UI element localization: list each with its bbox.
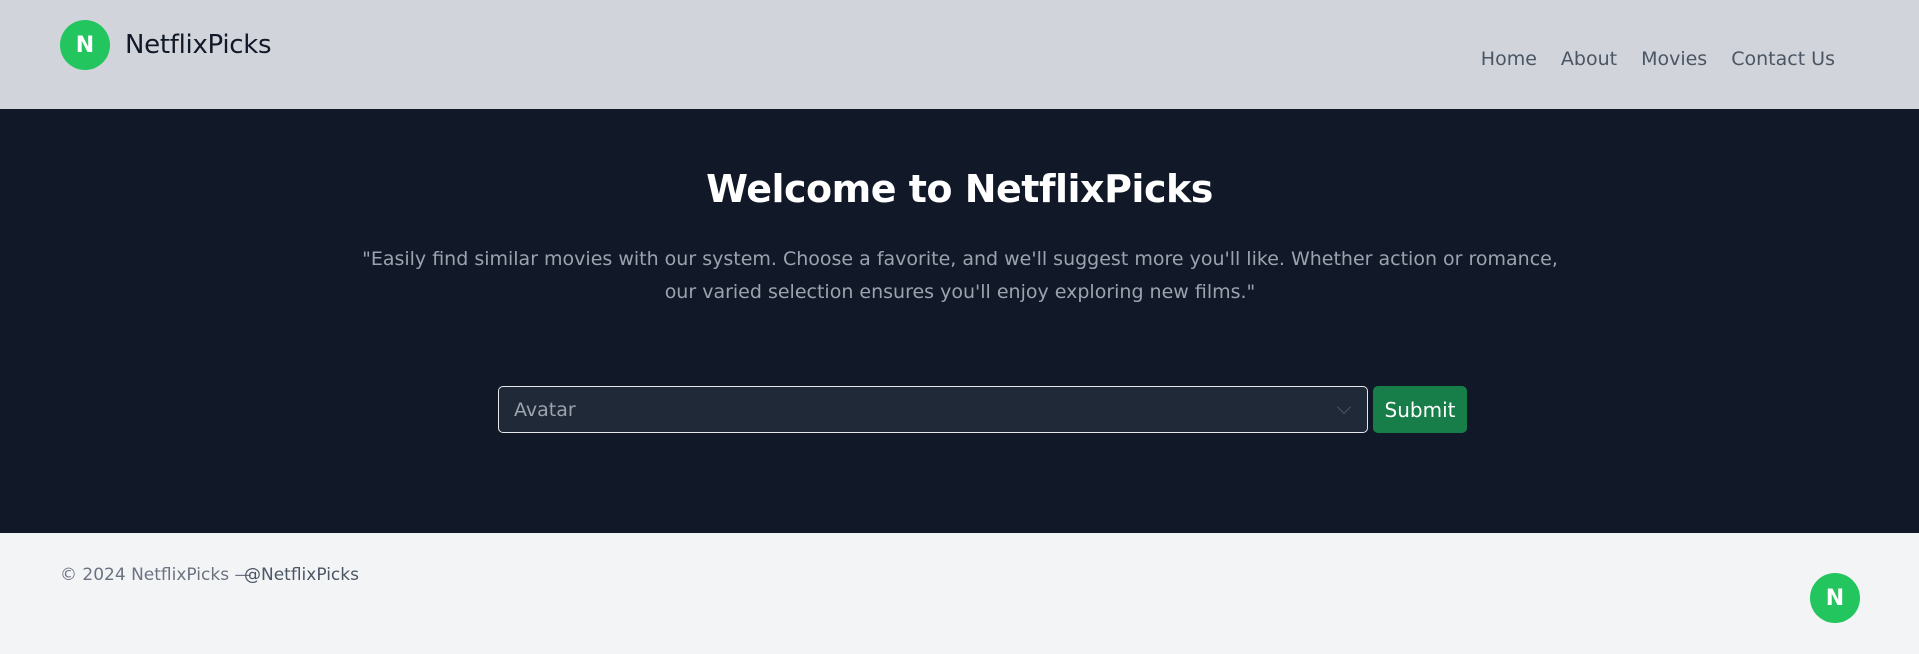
page-title: Welcome to NetflixPicks <box>706 167 1213 211</box>
submit-button[interactable]: Submit <box>1373 386 1467 433</box>
footer-logo-letter: N <box>1825 585 1845 611</box>
nav-about[interactable]: About <box>1561 48 1617 70</box>
nav-movies[interactable]: Movies <box>1641 48 1707 70</box>
logo-icon[interactable]: N <box>60 20 110 70</box>
brand-name[interactable]: NetflixPicks <box>125 30 272 60</box>
nav-contact-us[interactable]: Contact Us <box>1731 48 1835 70</box>
movie-select[interactable]: Avatar <box>498 386 1368 433</box>
footer-logo-icon[interactable]: N <box>1810 573 1860 623</box>
hero-description: "Easily find similar movies with our sys… <box>362 248 1558 303</box>
hero-section: Welcome to NetflixPicks "Easily find sim… <box>0 109 1919 533</box>
movie-select-value: Avatar <box>514 399 576 421</box>
nav-home[interactable]: Home <box>1481 48 1537 70</box>
logo-letter: N <box>75 32 95 58</box>
chevron-down-icon <box>1336 399 1352 415</box>
site-footer: © 2024 NetflixPicks — @NetflixPicks N <box>0 533 1919 654</box>
social-handle-link[interactable]: @NetflixPicks <box>244 565 359 585</box>
site-header: N NetflixPicks Home About Movies Contact… <box>0 0 1919 109</box>
main-nav: Home About Movies Contact Us <box>1481 48 1835 70</box>
copyright-text: © 2024 NetflixPicks — <box>60 565 252 585</box>
